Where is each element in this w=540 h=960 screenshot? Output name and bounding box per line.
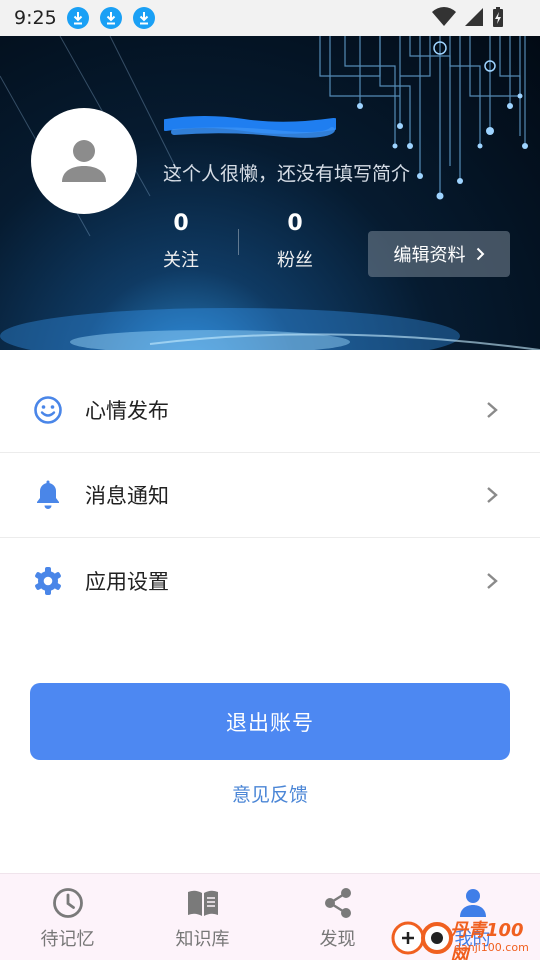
bell-icon	[32, 479, 64, 511]
tab-memorize[interactable]: 待记忆	[0, 874, 135, 960]
battery-charging-icon	[493, 7, 503, 27]
username-redacted	[160, 116, 340, 138]
feedback-link[interactable]: 意见反馈	[0, 780, 540, 807]
chevron-right-icon	[487, 487, 498, 503]
status-bar: 9:25	[0, 0, 540, 36]
logout-button[interactable]: 退出账号	[30, 683, 510, 760]
followers-stat[interactable]: 0 粉丝	[255, 210, 335, 272]
clock-icon	[51, 887, 85, 919]
followers-label: 粉丝	[277, 250, 313, 271]
wifi-icon	[432, 7, 456, 27]
menu-item-label: 应用设置	[85, 569, 169, 594]
settings-menu: 心情发布 消息通知 应用设置	[0, 368, 540, 623]
tab-label: 待记忆	[40, 929, 95, 950]
menu-item-label: 消息通知	[85, 484, 169, 508]
following-count: 0	[173, 211, 189, 236]
menu-item-mood-post[interactable]: 心情发布	[0, 368, 540, 453]
profile-bio: 这个人很懒，还没有填写简介	[163, 163, 411, 185]
menu-item-app-settings[interactable]: 应用设置	[0, 538, 540, 623]
status-time: 9:25	[14, 7, 57, 29]
chevron-right-icon	[487, 572, 498, 589]
avatar[interactable]	[31, 108, 137, 214]
gear-icon	[32, 565, 64, 597]
following-label: 关注	[163, 250, 199, 271]
smiley-icon	[32, 394, 64, 426]
stat-divider	[238, 229, 239, 255]
tab-label: 发现	[319, 929, 356, 950]
download-icon	[99, 7, 122, 29]
tab-discover[interactable]: 发现	[270, 874, 405, 960]
download-icon	[132, 7, 155, 29]
menu-item-label: 心情发布	[85, 399, 169, 423]
profile-header: 这个人很懒，还没有填写简介 0 关注 0 粉丝 编辑资料	[0, 36, 540, 350]
watermark-url: danji100.com	[454, 941, 529, 954]
share-icon	[321, 887, 355, 919]
download-icon	[66, 7, 89, 29]
edit-profile-button[interactable]: 编辑资料	[368, 231, 510, 277]
book-icon	[186, 887, 220, 919]
following-stat[interactable]: 0 关注	[141, 210, 221, 272]
tab-label: 知识库	[175, 929, 230, 950]
tab-knowledge-base[interactable]: 知识库	[135, 874, 270, 960]
person-placeholder-icon	[62, 140, 106, 182]
chevron-right-icon	[476, 247, 484, 261]
cell-signal-icon	[465, 8, 483, 26]
chevron-right-icon	[487, 402, 498, 418]
followers-count: 0	[287, 211, 303, 236]
edit-profile-label: 编辑资料	[393, 245, 466, 266]
menu-item-notifications[interactable]: 消息通知	[0, 453, 540, 538]
